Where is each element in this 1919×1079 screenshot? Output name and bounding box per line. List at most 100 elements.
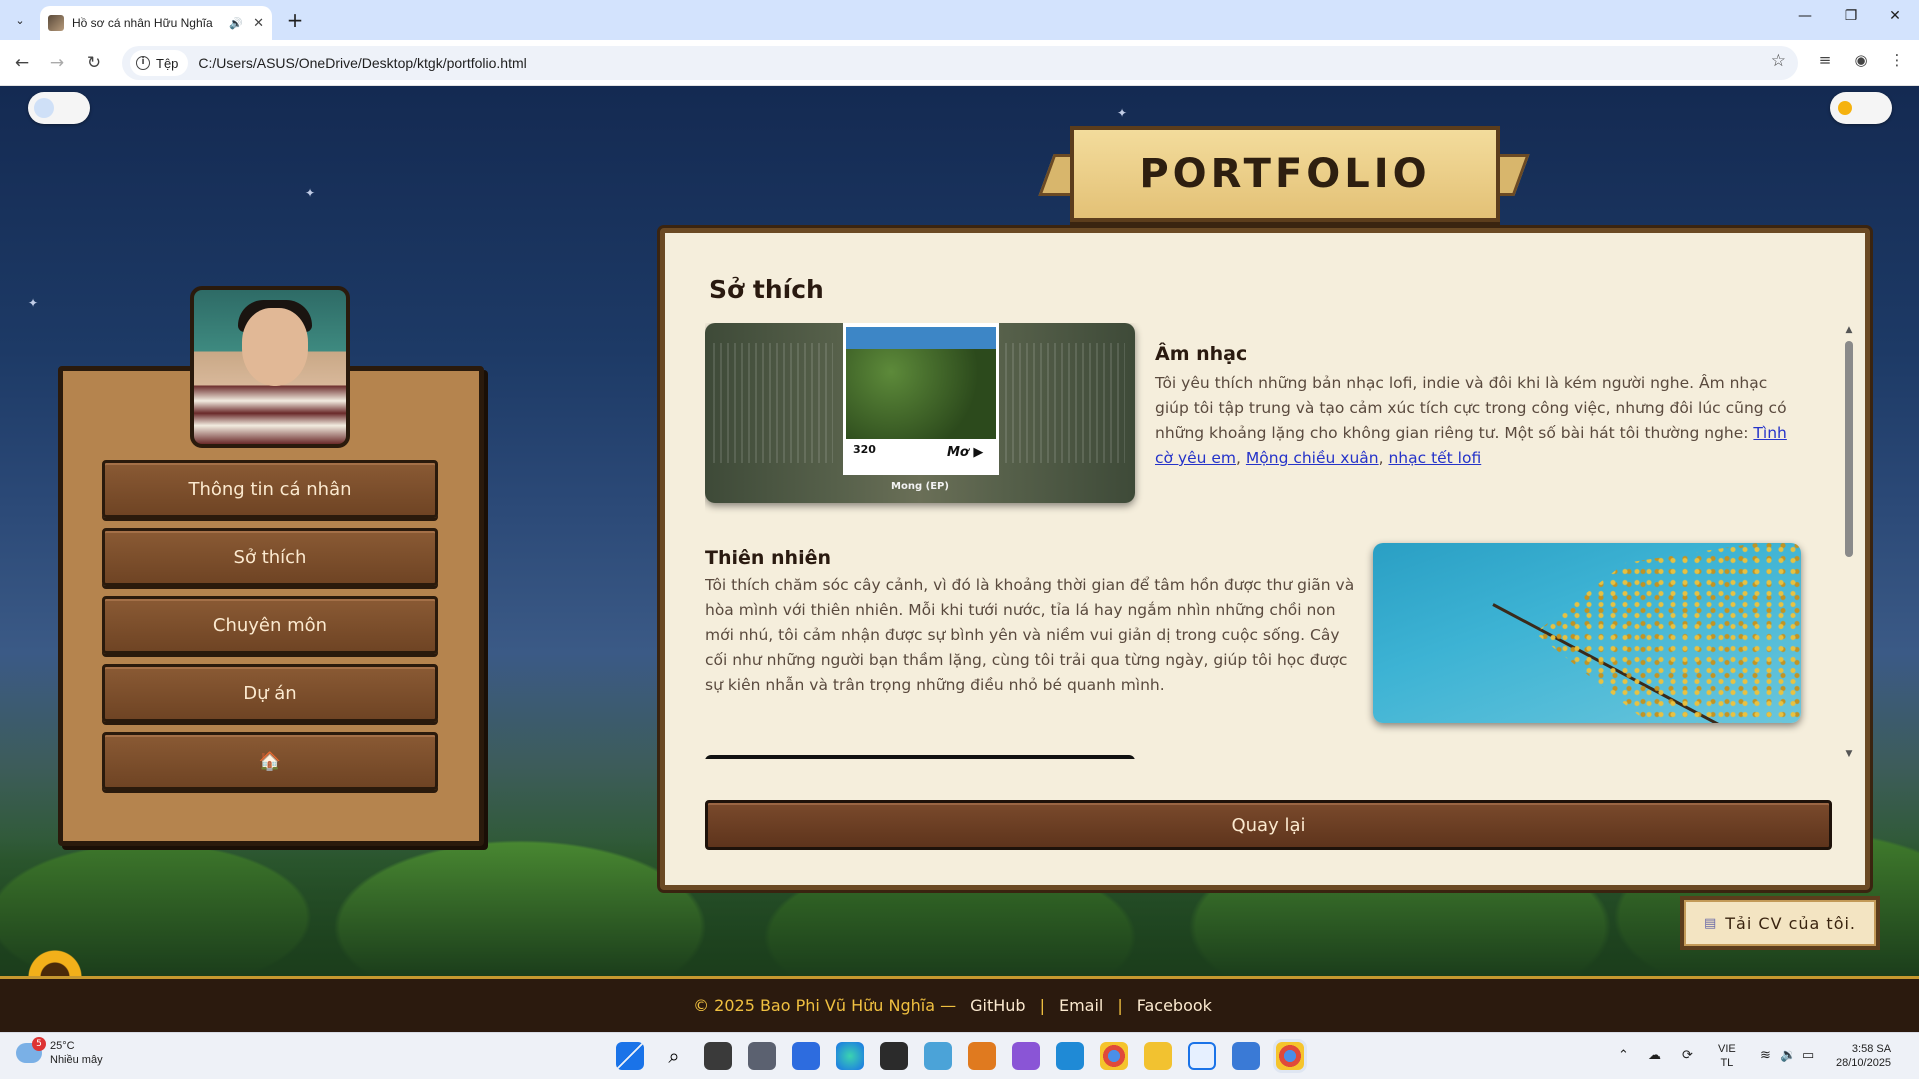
song-link-3[interactable]: nhạc tết lofi <box>1388 449 1481 467</box>
volume-icon[interactable]: 🔉 <box>1780 1047 1796 1063</box>
portfolio-banner: PORTFOLIO <box>1038 126 1530 222</box>
app-icon[interactable] <box>1232 1042 1260 1070</box>
scroll-down-icon[interactable]: ▼ <box>1844 749 1854 759</box>
music-player-image[interactable]: 320 Mơ ▶ Mong (EP) <box>705 323 1135 503</box>
album-caption: Mong (EP) <box>891 481 949 492</box>
battery-icon[interactable]: ▭ <box>1802 1047 1814 1063</box>
windows-start-icon[interactable] <box>616 1042 644 1070</box>
forward-icon[interactable]: → <box>45 51 69 75</box>
speaker-icon <box>34 98 54 118</box>
footer-facebook-link[interactable]: Facebook <box>1137 996 1212 1015</box>
weather-temp: 25°C <box>50 1040 75 1052</box>
onedrive-icon[interactable]: ☁ <box>1648 1047 1661 1063</box>
weather-widget[interactable]: 5 25°C Nhiều mây <box>16 1037 103 1067</box>
weather-badge: 5 <box>32 1037 46 1051</box>
tab-list-icon[interactable]: ⌄ <box>8 8 32 32</box>
nature-heading: Thiên nhiên <box>705 547 832 569</box>
avatar-face <box>242 308 308 386</box>
tab-title: Hồ sơ cá nhân Hữu Nghĩa <box>72 16 213 30</box>
language-indicator[interactable]: VIE TL <box>1718 1042 1736 1070</box>
footer-separator: | <box>1117 996 1123 1015</box>
footer-github-link[interactable]: GitHub <box>970 996 1025 1015</box>
close-window-icon[interactable]: ✕ <box>1880 8 1910 24</box>
restore-icon[interactable]: ❐ <box>1836 8 1866 24</box>
clock[interactable]: 3:58 SA 28/10/2025 <box>1836 1042 1891 1070</box>
star-decoration: ✦ <box>1117 106 1128 120</box>
nav-expertise-button[interactable]: Chuyên môn <box>102 596 438 654</box>
sync-icon[interactable]: ⟳ <box>1682 1047 1693 1063</box>
sun-icon <box>1838 101 1852 115</box>
windows-taskbar: 5 25°C Nhiều mây ⌕ ⌃ ☁ ⟳ VIE TL ≋ 🔉 ▭ 3:… <box>0 1032 1919 1079</box>
nature-description: Tôi thích chăm sóc cây cảnh, vì đó là kh… <box>705 576 1355 694</box>
plus-icon[interactable]: + <box>284 10 306 32</box>
menu-icon[interactable]: ⋮ <box>1886 51 1908 73</box>
hobbies-scroll-area[interactable]: 320 Mơ ▶ Mong (EP) Âm nhạc Tôi yêu thích… <box>705 323 1827 759</box>
task-view-icon[interactable] <box>704 1042 732 1070</box>
page-viewport: ✦ ✦ ✦ ✦ ✦ ● ● PORTFOLIO Thông tin cá nhâ… <box>0 86 1919 1032</box>
address-bar[interactable]: i Tệp C:/Users/ASUS/OneDrive/Desktop/ktg… <box>122 46 1798 80</box>
waveform-left <box>713 343 833 463</box>
home-button[interactable]: 🏠 <box>102 732 438 790</box>
back-icon[interactable]: ← <box>10 51 34 75</box>
leaves-decoration <box>1535 543 1801 723</box>
scrollbar-thumb[interactable] <box>1845 341 1853 557</box>
nav-projects-button[interactable]: Dự án <box>102 664 438 722</box>
sublime-icon[interactable] <box>968 1042 996 1070</box>
nav-hobbies-button[interactable]: Sở thích <box>102 528 438 586</box>
nav-personal-info-button[interactable]: Thông tin cá nhân <box>102 460 438 518</box>
album-cover: 320 Mơ ▶ <box>843 323 999 475</box>
song-link-2[interactable]: Mộng chiều xuân <box>1246 449 1379 467</box>
terminal-icon[interactable] <box>880 1042 908 1070</box>
speaker-icon[interactable]: 🔊 <box>229 17 243 30</box>
visual-studio-icon[interactable] <box>1012 1042 1040 1070</box>
banner-body: PORTFOLIO <box>1070 126 1500 222</box>
album-sky <box>846 327 996 349</box>
zalo-icon[interactable] <box>1188 1042 1216 1070</box>
download-cv-label: Tải CV của tôi. <box>1725 913 1857 933</box>
main-content-panel: Sở thích 320 Mơ ▶ Mong (EP) Âm nhạc Tôi … <box>660 228 1870 890</box>
document-icon: ▤ <box>1703 915 1718 931</box>
close-icon[interactable]: ✕ <box>253 16 264 31</box>
footer-email-link[interactable]: Email <box>1059 996 1103 1015</box>
theme-toggle[interactable] <box>1830 92 1892 124</box>
app-icon[interactable] <box>748 1042 776 1070</box>
browser-tab[interactable]: Hồ sơ cá nhân Hữu Nghĩa 🔊 ✕ <box>40 6 272 40</box>
minimize-icon[interactable]: — <box>1790 8 1820 24</box>
star-icon[interactable]: ☆ <box>1771 51 1786 71</box>
url-text[interactable]: C:/Users/ASUS/OneDrive/Desktop/ktgk/port… <box>198 55 526 71</box>
page-title: PORTFOLIO <box>1139 151 1431 197</box>
sound-toggle[interactable] <box>28 92 90 124</box>
file-explorer-icon[interactable] <box>1144 1042 1172 1070</box>
album-play-label[interactable]: Mơ ▶ <box>947 445 983 460</box>
content-scrollbar[interactable]: ▲ ▼ <box>1844 325 1854 761</box>
scroll-up-icon[interactable]: ▲ <box>1844 325 1854 335</box>
wifi-icon[interactable]: ≋ <box>1760 1047 1771 1063</box>
profile-icon[interactable]: ◉ <box>1850 51 1872 73</box>
home-icon: 🏠 <box>258 750 282 772</box>
weather-desc: Nhiều mây <box>50 1054 103 1066</box>
chrome-icon[interactable] <box>1100 1042 1128 1070</box>
reload-icon[interactable]: ↻ <box>82 51 106 75</box>
chrome-active-icon[interactable] <box>1276 1042 1304 1070</box>
clock-time: 3:58 SA <box>1851 1043 1892 1055</box>
star-decoration: ✦ <box>305 186 316 200</box>
media-icon[interactable]: ≡ <box>1814 51 1836 73</box>
site-chip-label: Tệp <box>156 55 179 71</box>
cloud-icon: 5 <box>16 1037 46 1063</box>
edge-icon[interactable] <box>836 1042 864 1070</box>
page-footer: © 2025 Bao Phi Vũ Hữu Nghĩa — GitHub | E… <box>0 976 1919 1032</box>
info-icon: i <box>136 56 150 70</box>
music-heading: Âm nhạc <box>1155 343 1248 365</box>
next-card-peek <box>705 755 1135 759</box>
app-icon[interactable] <box>792 1042 820 1070</box>
browser-tab-bar: ⌄ Hồ sơ cá nhân Hữu Nghĩa 🔊 ✕ + — ❐ ✕ <box>0 0 1919 40</box>
nature-image[interactable] <box>1373 543 1801 723</box>
vscode-icon[interactable] <box>1056 1042 1084 1070</box>
download-cv-button[interactable]: ▤ Tải CV của tôi. <box>1680 896 1880 950</box>
site-info-chip[interactable]: i Tệp <box>130 50 189 76</box>
app-icon[interactable] <box>924 1042 952 1070</box>
search-icon[interactable]: ⌕ <box>660 1042 688 1070</box>
tray-expand-icon[interactable]: ⌃ <box>1618 1047 1629 1063</box>
favicon-icon <box>48 15 64 31</box>
back-button[interactable]: Quay lại <box>705 800 1832 850</box>
